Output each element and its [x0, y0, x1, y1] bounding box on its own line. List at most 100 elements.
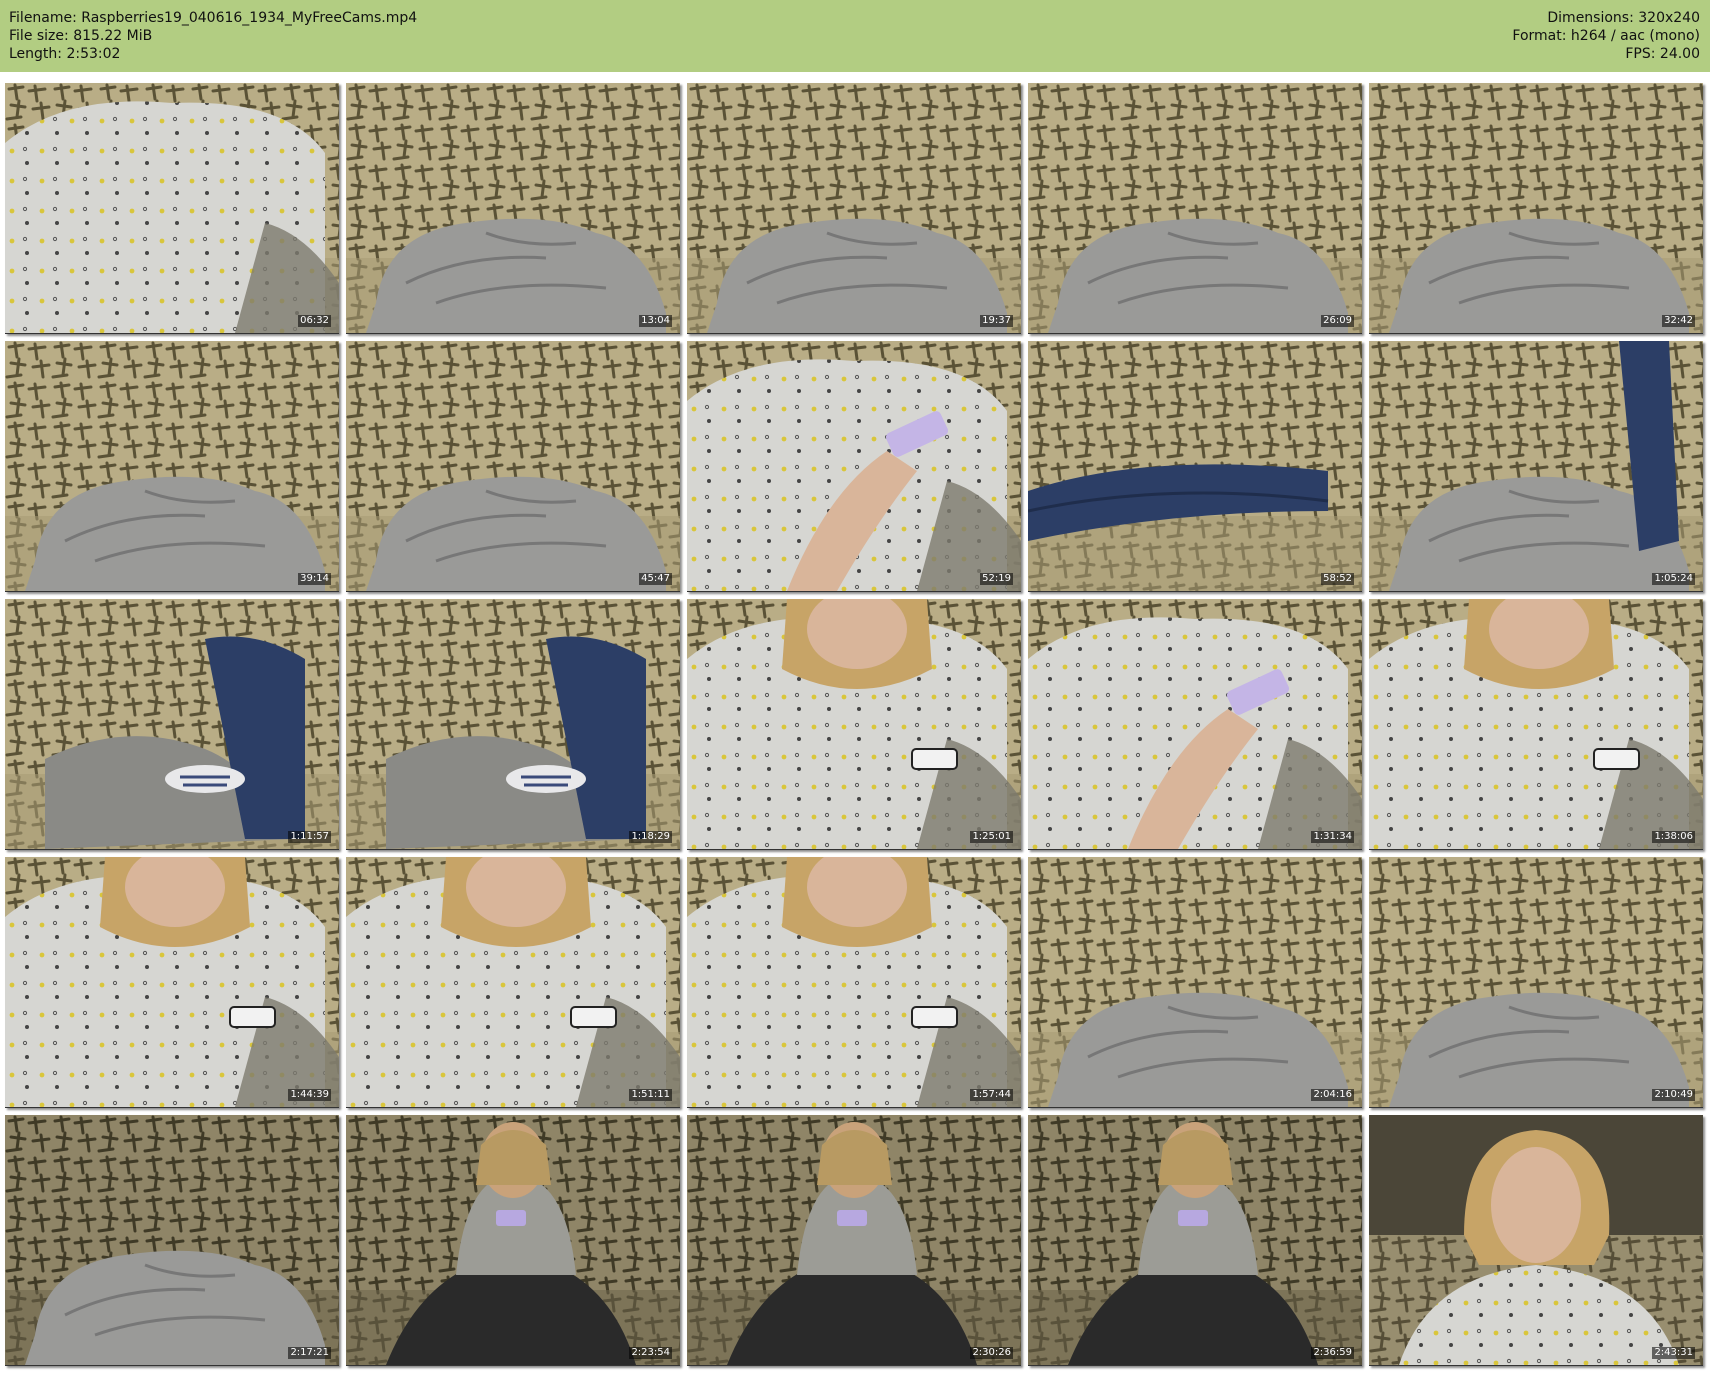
thumbnail-frame-image	[1369, 599, 1703, 849]
timestamp-label: 2:23:54	[629, 1347, 672, 1359]
video-thumbnail: 1:31:34	[1028, 599, 1362, 850]
video-thumbnail: 45:47	[346, 341, 680, 592]
watermark-logo	[277, 860, 333, 868]
video-thumbnail: 2:17:21	[5, 1115, 339, 1366]
filesize-label: File size: 815.22 MiB	[9, 28, 153, 44]
video-thumbnail: 58:52	[1028, 341, 1362, 592]
thumbnail-frame-image	[5, 83, 339, 333]
video-thumbnail: 06:32	[5, 83, 339, 334]
info-header: Filename: Raspberries19_040616_1934_MyFr…	[0, 0, 1710, 72]
video-thumbnail: 1:11:57	[5, 599, 339, 850]
video-thumbnail: 19:37	[687, 83, 1021, 334]
thumbnail-frame-image	[687, 83, 1021, 333]
timestamp-label: 2:43:31	[1652, 1347, 1695, 1359]
filename-label: Filename: Raspberries19_040616_1934_MyFr…	[9, 10, 418, 26]
video-thumbnail: 1:25:01	[687, 599, 1021, 850]
thumbnail-frame-image	[346, 83, 680, 333]
thumbnail-frame-image	[346, 1115, 680, 1365]
timestamp-label: 19:37	[980, 315, 1013, 327]
length-label: Length: 2:53:02	[9, 46, 121, 62]
thumbnail-frame-image	[346, 599, 680, 849]
timestamp-label: 1:31:34	[1311, 831, 1354, 843]
timestamp-label: 39:14	[298, 573, 331, 585]
watermark-logo	[959, 1118, 1015, 1126]
thumbnail-frame-image	[1369, 857, 1703, 1107]
timestamp-label: 52:19	[980, 573, 1013, 585]
watermark-logo	[277, 344, 333, 352]
video-thumbnail: 2:04:16	[1028, 857, 1362, 1108]
thumbnail-frame-image	[1028, 599, 1362, 849]
thumbnail-frame-image	[687, 857, 1021, 1107]
thumbnail-frame-image	[687, 341, 1021, 591]
timestamp-label: 32:42	[1662, 315, 1695, 327]
video-thumbnail: 2:36:59	[1028, 1115, 1362, 1366]
video-thumbnail: 2:10:49	[1369, 857, 1703, 1108]
timestamp-label: 1:57:44	[970, 1089, 1013, 1101]
watermark-logo	[959, 602, 1015, 610]
header-right-info: Dimensions: 320x240 Format: h264 / aac (…	[1512, 9, 1700, 63]
watermark-logo	[618, 1118, 674, 1126]
thumbnail-frame-image	[1028, 1115, 1362, 1365]
video-thumbnail: 26:09	[1028, 83, 1362, 334]
watermark-logo	[1641, 86, 1697, 94]
thumbnail-frame-image	[5, 1115, 339, 1365]
timestamp-label: 13:04	[639, 315, 672, 327]
video-thumbnail: 1:18:29	[346, 599, 680, 850]
timestamp-label: 2:04:16	[1311, 1089, 1354, 1101]
thumbnail-frame-image	[1369, 341, 1703, 591]
thumbnail-frame-image	[5, 599, 339, 849]
thumbnail-frame-image	[1369, 83, 1703, 333]
thumbnail-grid: 06:32 13:04 19:37 26:09 32:42 39:14 45:47 52:19…	[5, 83, 1705, 1368]
video-thumbnail: 1:51:11	[346, 857, 680, 1108]
video-thumbnail: 52:19	[687, 341, 1021, 592]
watermark-logo	[618, 860, 674, 868]
video-thumbnail: 1:44:39	[5, 857, 339, 1108]
video-thumbnail: 32:42	[1369, 83, 1703, 334]
watermark-logo	[618, 344, 674, 352]
video-thumbnail: 13:04	[346, 83, 680, 334]
watermark-logo	[1641, 1118, 1697, 1126]
thumbnail-frame-image	[5, 857, 339, 1107]
timestamp-label: 2:10:49	[1652, 1089, 1695, 1101]
watermark-logo	[277, 86, 333, 94]
watermark-logo	[959, 860, 1015, 868]
dimensions-label: Dimensions: 320x240	[1547, 10, 1700, 26]
video-thumbnail: 2:23:54	[346, 1115, 680, 1366]
thumbnail-frame-image	[346, 341, 680, 591]
timestamp-label: 26:09	[1321, 315, 1354, 327]
timestamp-label: 45:47	[639, 573, 672, 585]
timestamp-label: 1:51:11	[629, 1089, 672, 1101]
timestamp-label: 1:25:01	[970, 831, 1013, 843]
video-thumbnail: 1:38:06	[1369, 599, 1703, 850]
thumbnail-frame-image	[5, 341, 339, 591]
timestamp-label: 1:11:57	[288, 831, 331, 843]
video-thumbnail: 2:30:26	[687, 1115, 1021, 1366]
timestamp-label: 2:30:26	[970, 1347, 1013, 1359]
watermark-logo	[618, 602, 674, 610]
watermark-logo	[1300, 1118, 1356, 1126]
timestamp-label: 1:18:29	[629, 831, 672, 843]
watermark-logo	[1641, 860, 1697, 868]
timestamp-label: 58:52	[1321, 573, 1354, 585]
thumbnail-frame-image	[687, 1115, 1021, 1365]
thumbnail-frame-image	[1028, 341, 1362, 591]
watermark-logo	[1641, 344, 1697, 352]
watermark-logo	[277, 1118, 333, 1126]
timestamp-label: 1:44:39	[288, 1089, 331, 1101]
video-thumbnail: 39:14	[5, 341, 339, 592]
watermark-logo	[1641, 602, 1697, 610]
watermark-logo	[1300, 860, 1356, 868]
thumbnail-frame-image	[346, 857, 680, 1107]
watermark-logo	[1300, 344, 1356, 352]
watermark-logo	[618, 86, 674, 94]
timestamp-label: 2:36:59	[1311, 1347, 1354, 1359]
timestamp-label: 1:05:24	[1652, 573, 1695, 585]
watermark-logo	[1300, 602, 1356, 610]
watermark-logo	[277, 602, 333, 610]
video-thumbnail: 1:05:24	[1369, 341, 1703, 592]
thumbnail-frame-image	[1028, 83, 1362, 333]
watermark-logo	[959, 344, 1015, 352]
thumbnail-frame-image	[1028, 857, 1362, 1107]
timestamp-label: 2:17:21	[288, 1347, 331, 1359]
thumbnail-frame-image	[1369, 1115, 1703, 1365]
